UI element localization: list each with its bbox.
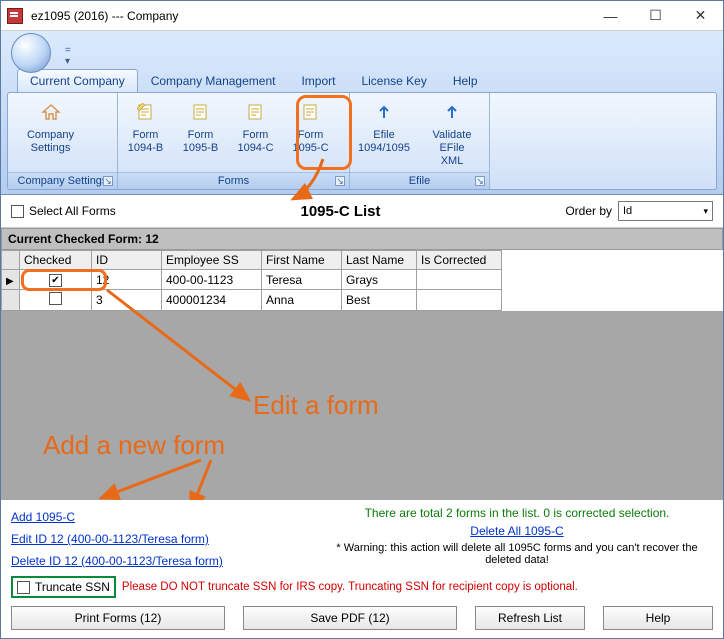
col-is-corrected[interactable]: Is Corrected [417,251,502,270]
select-all-label: Select All Forms [29,204,116,218]
tab-license-key[interactable]: License Key [348,69,439,92]
group-label-forms: Forms [218,175,249,187]
form-icon [190,101,212,123]
tab-company-management[interactable]: Company Management [138,69,289,92]
window-title: ez1095 (2016) --- Company [29,9,588,23]
annotation-add-form: Add a new form [43,430,225,461]
checkbox-icon [11,205,24,218]
cell-corr [417,270,502,290]
ribbon-content: Company Settings Company Settings↘ Form … [7,92,717,190]
titlebar: ez1095 (2016) --- Company — ☐ ✕ [1,1,723,31]
tab-help[interactable]: Help [440,69,491,92]
dialog-launcher-icon[interactable]: ↘ [475,176,485,186]
col-first-name[interactable]: First Name [262,251,342,270]
col-checked[interactable]: Checked [20,251,92,270]
dialog-launcher-icon[interactable]: ↘ [103,176,113,186]
delete-form-link[interactable]: Delete ID 12 (400-00-1123/Teresa form) [11,554,223,568]
ribbon-tabs: Current Company Company Management Impor… [17,69,717,92]
col-employee-ss[interactable]: Employee SS [162,251,262,270]
truncate-ssn-checkbox[interactable]: Truncate SSN [11,576,116,598]
print-forms-button[interactable]: Print Forms (12) [11,606,225,630]
orderby-value: Id [623,205,632,217]
orderby-label: Order by [565,204,612,218]
form-1095c-button[interactable]: Form 1095-C [283,93,338,172]
group-label-company-settings: Company Settings [18,175,108,187]
delete-warning: * Warning: this action will delete all 1… [321,542,713,566]
cell-ss: 400-00-1123 [162,270,262,290]
edit-form-link[interactable]: Edit ID 12 (400-00-1123/Teresa form) [11,532,209,546]
table-row[interactable]: 3 400001234 Anna Best [2,290,502,311]
close-button[interactable]: ✕ [678,2,723,30]
app-menu-orb[interactable] [11,33,51,73]
save-pdf-button[interactable]: Save PDF (12) [243,606,457,630]
grid-header-row: Checked ID Employee SS First Name Last N… [2,251,502,270]
qat-dropdown-icon[interactable]: =▾ [65,45,71,67]
efile-1094-1095-label: Efile 1094/1095 [358,129,410,155]
refresh-list-button[interactable]: Refresh List [475,606,585,630]
form-1095b-button[interactable]: Form 1095-B [173,93,228,172]
cell-fn: Teresa [262,270,342,290]
group-label-efile: Efile [409,175,430,187]
company-settings-label: Company Settings [27,129,74,155]
upload-icon [373,101,395,123]
truncate-ssn-warning: Please DO NOT truncate SSN for IRS copy.… [122,581,578,593]
help-button[interactable]: Help [603,606,713,630]
form-icon [245,101,267,123]
grid-area: Checked ID Employee SS First Name Last N… [1,250,723,500]
orderby-select[interactable]: Id ▾ [618,201,713,221]
table-row[interactable]: ▶ ✔ 12 400-00-1123 Teresa Grays [2,270,502,290]
row-checkbox[interactable]: ✔ [49,274,62,287]
cell-ss: 400001234 [162,290,262,311]
select-all-forms-checkbox[interactable]: Select All Forms [11,204,116,218]
cell-ln: Grays [342,270,417,290]
validate-efile-xml-label: Validate EFile XML [433,129,472,169]
cell-ln: Best [342,290,417,311]
dialog-launcher-icon[interactable]: ↘ [335,176,345,186]
home-icon [40,101,62,123]
ribbon-area: =▾ Current Company Company Management Im… [1,31,723,195]
cell-id: 3 [92,290,162,311]
forms-grid[interactable]: Checked ID Employee SS First Name Last N… [1,250,502,311]
form-icon [135,101,157,123]
form-1094b-button[interactable]: Form 1094-B [118,93,173,172]
form-1094c-button[interactable]: Form 1094-C [228,93,283,172]
cell-fn: Anna [262,290,342,311]
delete-all-link[interactable]: Delete All 1095-C [470,524,563,538]
total-forms-message: There are total 2 forms in the list. 0 i… [321,506,713,520]
col-last-name[interactable]: Last Name [342,251,417,270]
list-header-bar: Select All Forms 1095-C List Order by Id… [1,195,723,228]
form-1094c-label: Form 1094-C [237,129,273,155]
app-icon [7,8,23,24]
validate-efile-xml-button[interactable]: Validate EFile XML [418,93,486,172]
checkbox-icon [17,581,30,594]
cell-id: 12 [92,270,162,290]
form-1095b-label: Form 1095-B [183,129,218,155]
col-id[interactable]: ID [92,251,162,270]
row-indicator-icon: ▶ [6,276,14,287]
add-1095c-link[interactable]: Add 1095-C [11,510,75,524]
cell-corr [417,290,502,311]
company-settings-button[interactable]: Company Settings [8,93,93,172]
tab-import[interactable]: Import [288,69,348,92]
form-icon [300,101,322,123]
bottom-panel: Add 1095-C Edit ID 12 (400-00-1123/Teres… [1,500,723,638]
efile-1094-1095-button[interactable]: Efile 1094/1095 [350,93,418,172]
form-1094b-label: Form 1094-B [128,129,163,155]
upload-icon [441,101,463,123]
list-title: 1095-C List [116,203,566,220]
chevron-down-icon: ▾ [703,206,708,217]
current-checked-bar: Current Checked Form: 12 [1,228,723,250]
truncate-ssn-label: Truncate SSN [35,580,110,594]
row-checkbox[interactable] [49,292,62,305]
maximize-button[interactable]: ☐ [633,2,678,30]
minimize-button[interactable]: — [588,2,633,30]
form-1095c-label: Form 1095-C [292,129,328,155]
annotation-edit-form: Edit a form [253,390,379,421]
